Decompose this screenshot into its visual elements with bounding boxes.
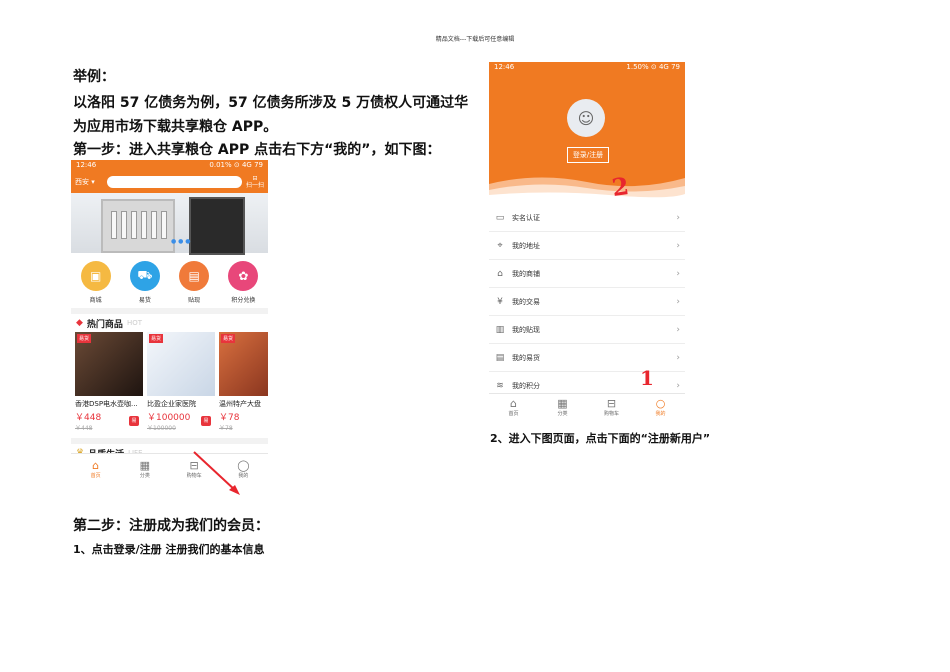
chevron-right-icon: › <box>676 380 680 391</box>
chevron-right-icon: › <box>676 212 680 223</box>
menu-trade[interactable]: ¥ 我的交易 › <box>489 288 685 316</box>
menu-label: 我的贴现 <box>512 325 540 334</box>
tab-label: 分类 <box>557 411 568 417</box>
barter-icon: ▤ <box>495 352 505 363</box>
menu-barter[interactable]: ▤ 我的易货 › <box>489 344 685 372</box>
chevron-right-icon: › <box>676 268 680 279</box>
tab-label: 购物车 <box>603 411 619 417</box>
menu-shop[interactable]: ⌂ 我的商铺 › <box>489 260 685 288</box>
tab-category[interactable]: ▦ 分类 <box>546 397 580 418</box>
store-icon: ▦ <box>557 397 568 410</box>
user-icon: ○ <box>655 397 666 410</box>
bottom-tab-bar: ⌂ 首页 ▦ 分类 ⊟ 购物车 ○ 我的 <box>489 393 685 420</box>
profile-menu: ▭ 实名认证 › ⌖ 我的地址 › ⌂ 我的商铺 › ¥ 我的交易 › ▥ 我的贴现 › ▤ 我的易货… <box>489 204 685 400</box>
header-wave <box>489 177 685 198</box>
location-icon: ⌖ <box>497 240 503 251</box>
status-indicators: 1.50% ⊙ 4G 79 <box>626 63 680 71</box>
tab-mine[interactable]: ○ 我的 <box>644 397 678 418</box>
tab-home[interactable]: ⌂ 首页 <box>497 397 531 418</box>
chevron-right-icon: › <box>676 296 680 307</box>
home-icon: ⌂ <box>510 397 517 410</box>
robot-avatar-icon: ☺ <box>577 108 595 128</box>
login-register-button[interactable]: 登录/注册 <box>567 147 609 163</box>
menu-address[interactable]: ⌖ 我的地址 › <box>489 232 685 260</box>
menu-label: 我的商铺 <box>512 269 540 278</box>
yuan-icon: ¥ <box>497 296 503 307</box>
chevron-right-icon: › <box>676 240 680 251</box>
step2-text: 第二步：注册成为我们的会员： <box>73 518 269 534</box>
id-card-icon: ▭ <box>495 212 505 223</box>
phone-screenshot-mine: 12:46 1.50% ⊙ 4G 79 ☺ 登录/注册 ▭ 实名认证 › ⌖ 我的地址… <box>489 62 685 420</box>
chevron-right-icon: › <box>676 352 680 363</box>
step2-item1: 1、点击登录/注册 注册我们的基本信息 <box>73 543 265 556</box>
red-arrow-annotation <box>193 157 658 495</box>
avatar[interactable]: ☺ <box>567 99 605 137</box>
chevron-right-icon: › <box>676 324 680 335</box>
annotation-number-1: 1 <box>640 366 654 390</box>
menu-realname[interactable]: ▭ 实名认证 › <box>489 204 685 232</box>
tab-label: 首页 <box>508 411 519 417</box>
tab-label: 我的 <box>655 411 666 417</box>
status-bar: 12:46 1.50% ⊙ 4G 79 <box>489 62 685 73</box>
coins-icon: ≋ <box>496 380 504 391</box>
status-time: 12:46 <box>494 63 515 71</box>
cart-icon: ⊟ <box>606 397 617 410</box>
calendar-icon: ▥ <box>495 324 505 335</box>
shop-icon: ⌂ <box>497 268 503 279</box>
menu-label: 我的地址 <box>512 241 540 250</box>
menu-label: 我的交易 <box>512 297 540 306</box>
tab-cart[interactable]: ⊟ 购物车 <box>595 397 629 418</box>
profile-header: ☺ 登录/注册 <box>489 73 685 198</box>
menu-label: 实名认证 <box>512 213 540 222</box>
menu-discount[interactable]: ▥ 我的贴现 › <box>489 316 685 344</box>
menu-label: 我的易货 <box>512 353 540 362</box>
step2-item2: 2、进入下图页面，点击下面的“注册新用户” <box>490 432 711 445</box>
